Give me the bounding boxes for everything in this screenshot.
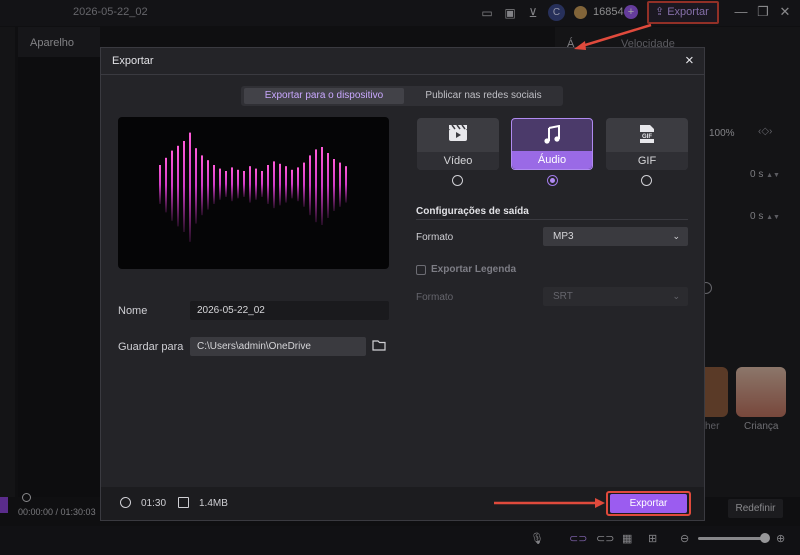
output-settings-title: Configurações de saída <box>416 206 529 217</box>
clapper-icon <box>417 124 499 145</box>
waveform-bar <box>213 165 215 204</box>
duration-value: 01:30 <box>141 498 167 509</box>
waveform-bar <box>315 149 317 223</box>
waveform-bar <box>267 165 269 204</box>
waveform-bar <box>285 166 287 203</box>
waveform-graphic <box>159 132 347 242</box>
gif-icon: GIF <box>606 124 688 147</box>
format-label-audio: Áudio <box>512 151 592 169</box>
file-size-icon <box>178 497 189 508</box>
waveform-bar <box>159 165 161 204</box>
format-label-gif: GIF <box>606 152 688 170</box>
waveform-bar <box>303 162 305 207</box>
waveform-bar <box>291 169 293 199</box>
dialog-close-icon[interactable]: × <box>685 52 694 69</box>
waveform-bar <box>321 147 323 225</box>
waveform-bar <box>219 168 221 200</box>
waveform-bar <box>189 132 191 242</box>
waveform-bar <box>237 169 239 199</box>
subtitle-format-label: Formato <box>416 292 454 303</box>
waveform-bar <box>279 163 281 206</box>
waveform-bar <box>201 155 203 216</box>
format-select[interactable]: MP3 ⌄ <box>543 227 688 246</box>
save-to-label: Guardar para <box>118 341 184 353</box>
waveform-bar <box>171 150 173 221</box>
waveform-bar <box>249 166 251 203</box>
music-note-icon <box>512 124 592 148</box>
subtitle-format-value: SRT <box>553 291 573 302</box>
subtitle-format-select: SRT ⌄ <box>543 287 688 306</box>
waveform-bar <box>297 167 299 202</box>
name-label: Nome <box>118 305 148 317</box>
format-label-video: Vídeo <box>417 152 499 170</box>
waveform-bar <box>195 148 197 224</box>
radio-audio[interactable] <box>547 175 558 186</box>
format-label: Formato <box>416 232 454 243</box>
chevron-down-icon: ⌄ <box>672 231 680 241</box>
export-subtitle-label: Exportar Legenda <box>431 264 517 275</box>
gif-badge-text: GIF <box>642 134 652 140</box>
waveform-bar <box>255 168 257 200</box>
name-input[interactable] <box>190 301 389 320</box>
dialog-title: Exportar <box>112 55 154 67</box>
export-button[interactable]: Exportar <box>610 494 687 513</box>
waveform-bar <box>207 160 209 210</box>
save-path-input[interactable] <box>190 337 366 356</box>
dialog-divider <box>101 74 704 75</box>
format-card-audio[interactable]: Áudio <box>511 118 593 170</box>
waveform-bar <box>309 155 311 216</box>
radio-video[interactable] <box>452 175 463 186</box>
format-card-gif[interactable]: GIF GIF <box>606 118 688 170</box>
tab-publish-social[interactable]: Publicar nas redes sociais <box>406 88 561 104</box>
file-size-value: 1.4MB <box>199 498 228 509</box>
waveform-bar <box>273 161 275 209</box>
waveform-bar <box>345 166 347 203</box>
waveform-bar <box>243 171 245 197</box>
waveform-bar <box>333 159 335 211</box>
export-subtitle-checkbox[interactable] <box>416 265 426 275</box>
folder-icon[interactable] <box>372 338 387 353</box>
format-select-value: MP3 <box>553 231 574 242</box>
tab-export-device[interactable]: Exportar para o dispositivo <box>244 88 404 104</box>
settings-divider <box>416 219 688 220</box>
format-card-video[interactable]: Vídeo <box>417 118 499 170</box>
waveform-bar <box>327 153 329 218</box>
clock-icon <box>120 497 131 508</box>
chevron-down-icon: ⌄ <box>672 291 680 301</box>
radio-gif[interactable] <box>641 175 652 186</box>
waveform-bar <box>177 145 179 227</box>
waveform-bar <box>261 171 263 197</box>
waveform-bar <box>339 162 341 207</box>
waveform-bar <box>165 157 167 213</box>
waveform-bar <box>225 171 227 197</box>
waveform-bar <box>183 141 185 232</box>
waveform-bar <box>231 167 233 202</box>
